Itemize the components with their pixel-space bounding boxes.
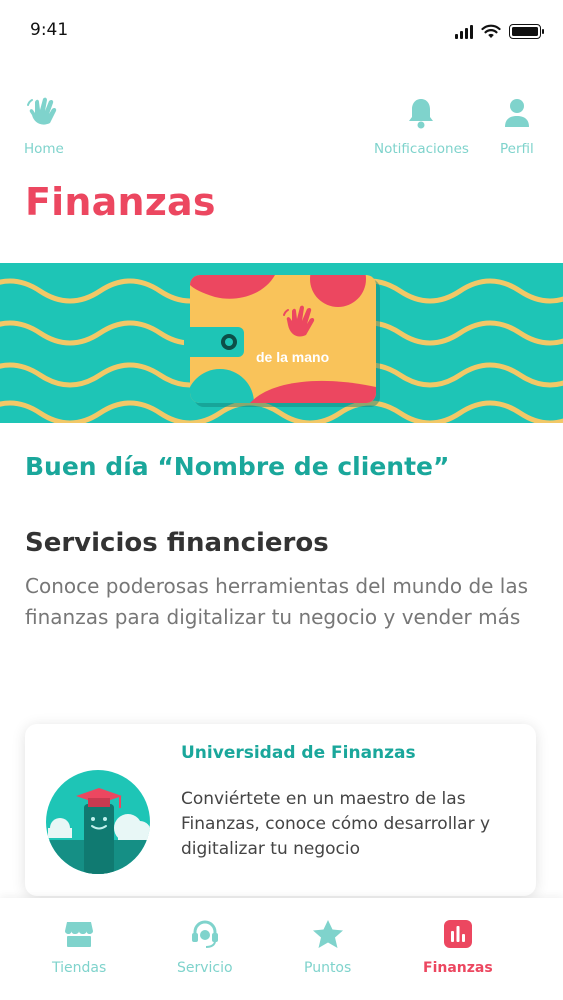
tab-servicio[interactable]: Servicio [177,918,233,976]
nav-home[interactable]: Home [24,95,64,157]
hand-wave-icon [26,95,62,131]
greeting-text: Buen día “Nombre de cliente” [25,452,450,481]
nav-profile-label: Perfil [500,141,534,157]
bell-icon [407,95,435,131]
chart-icon [443,918,473,950]
tab-tiendas-label: Tiendas [52,960,107,976]
nav-home-label: Home [24,141,64,157]
star-icon [312,918,344,950]
banner-illustration: de la mano [0,275,563,423]
battery-icon [509,24,544,39]
user-icon [503,95,531,131]
tab-finanzas-label: Finanzas [423,960,493,976]
tab-puntos[interactable]: Puntos [304,918,351,976]
tab-servicio-label: Servicio [177,960,233,976]
tab-tiendas[interactable]: Tiendas [52,918,106,976]
graduate-illustration [46,770,150,874]
page-title: Finanzas [25,180,216,224]
nav-notifications-label: Notificaciones [374,141,469,157]
card-title: Universidad de Finanzas [181,743,416,763]
nav-profile[interactable]: Perfil [500,95,534,157]
tab-puntos-label: Puntos [304,960,352,976]
top-nav: Home Notificaciones Perfil [0,95,563,165]
wallet-logo-text: de la mano [256,349,329,365]
store-icon [64,918,94,950]
section-description: Conoce poderosas herramientas del mundo … [25,574,529,629]
bottom-nav: Tiendas Servicio Puntos Finanzas [0,898,563,1000]
headset-icon [190,918,220,950]
university-card[interactable]: Universidad de Finanzas Conviértete en u… [25,724,536,896]
status-icons [455,24,544,39]
card-description: Conviértete en un maestro de las Finanza… [181,789,491,859]
nav-notifications[interactable]: Notificaciones [374,95,469,157]
status-time: 9:41 [30,20,69,40]
status-bar: 9:41 [0,0,563,60]
cellular-signal-icon [455,24,473,39]
finance-banner: de la mano [0,263,563,423]
section-title: Servicios financieros [25,528,329,558]
wifi-icon [481,24,501,38]
tab-finanzas[interactable]: Finanzas [423,918,493,976]
